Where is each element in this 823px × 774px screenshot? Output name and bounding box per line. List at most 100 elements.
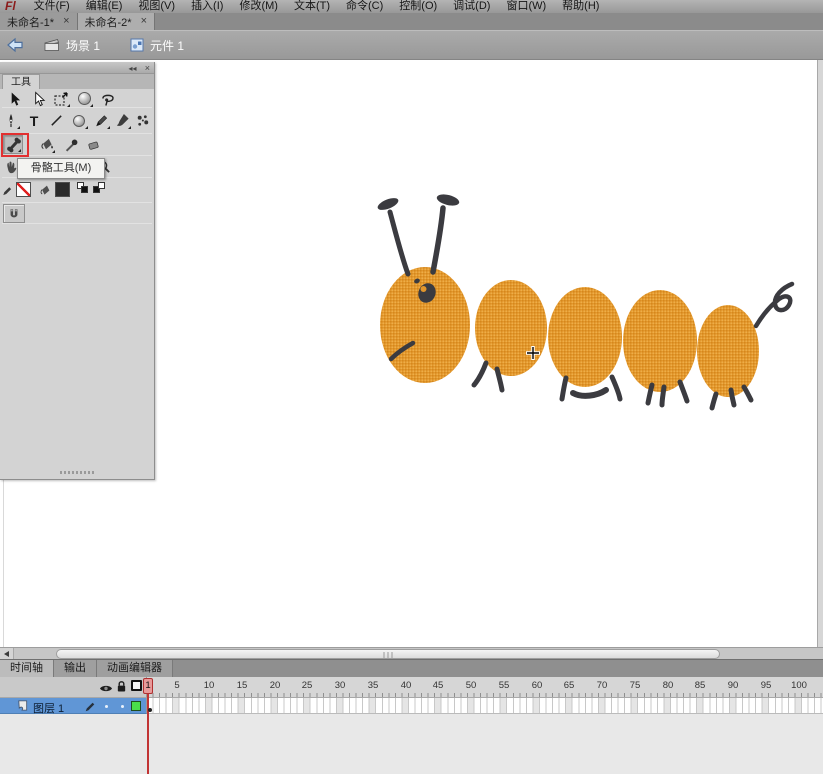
tool-lasso[interactable] xyxy=(98,89,118,108)
stage-left-edge xyxy=(3,480,4,647)
tools-panel: ◂◂ × 工具 T xyxy=(0,62,155,480)
ruler-label: 50 xyxy=(465,680,477,691)
doc-tab-untitled-2[interactable]: 未命名-2* × xyxy=(77,13,155,30)
stroke-color-swatch-none[interactable] xyxy=(16,182,31,197)
doc-tab-label: 未命名-1* xyxy=(7,16,55,29)
3d-rotation-icon xyxy=(77,92,91,105)
ruler-label: 70 xyxy=(596,680,608,691)
bone-tool-tooltip: 骨骼工具(M) xyxy=(17,158,105,179)
swap-colors-button[interactable] xyxy=(93,182,106,194)
caterpillar-antenna-tips xyxy=(377,194,460,210)
tool-eyedropper[interactable] xyxy=(61,135,81,154)
tool-pen[interactable] xyxy=(1,111,21,130)
stroke-color-pencil-icon xyxy=(0,181,14,200)
stage-vertical-scrollbar[interactable] xyxy=(817,60,823,647)
breadcrumb-symbol[interactable]: 元件 1 xyxy=(130,37,184,54)
symbol-label: 元件 1 xyxy=(150,38,185,53)
breadcrumb-scene[interactable]: 场景 1 xyxy=(44,37,100,54)
ruler-label: 100 xyxy=(791,680,807,691)
scene-label: 场景 1 xyxy=(66,38,101,53)
layer-controls-header xyxy=(0,677,147,698)
menu-help[interactable]: 帮助(H) xyxy=(554,0,607,13)
tools-panel-header: ◂◂ × xyxy=(0,62,154,74)
back-button[interactable] xyxy=(6,37,24,53)
tool-selection[interactable] xyxy=(4,89,24,108)
magnet-icon xyxy=(10,208,18,217)
timeline-tab-bar: 时间轴 输出 动画编辑器 xyxy=(0,660,823,677)
ruler-label: 55 xyxy=(498,680,510,691)
tools-tab-row: 工具 xyxy=(0,74,154,89)
oval-tool-icon xyxy=(73,114,85,127)
tool-pencil[interactable] xyxy=(91,111,111,130)
snap-to-objects-button[interactable] xyxy=(3,204,25,223)
tool-paint-bucket[interactable] xyxy=(36,135,56,154)
menu-view[interactable]: 视图(V) xyxy=(130,0,183,13)
menu-insert[interactable]: 插入(I) xyxy=(183,0,231,13)
frames-grid[interactable] xyxy=(147,698,823,714)
fill-color-swatch[interactable] xyxy=(55,182,70,197)
layer-visibility-dot[interactable] xyxy=(105,705,108,708)
scrollbar-grip-icon xyxy=(383,651,393,658)
menu-edit[interactable]: 编辑(E) xyxy=(78,0,131,13)
close-panel-icon[interactable]: × xyxy=(145,63,150,73)
menu-file[interactable]: 文件(F) xyxy=(26,0,78,13)
stage-horizontal-scrollbar[interactable] xyxy=(0,647,823,659)
menu-commands[interactable]: 命令(C) xyxy=(338,0,391,13)
tool-deco[interactable] xyxy=(132,111,152,130)
tool-subselection[interactable] xyxy=(28,89,48,108)
show-hide-all-layers-toggle[interactable] xyxy=(99,681,113,699)
tools-panel-tab[interactable]: 工具 xyxy=(2,74,40,89)
keyframe-dot xyxy=(148,708,152,712)
ruler-label: 40 xyxy=(400,680,412,691)
tool-text[interactable]: T xyxy=(24,111,44,130)
scrollbar-thumb[interactable] xyxy=(56,648,720,659)
caterpillar-body-segments xyxy=(380,267,759,397)
tab-output[interactable]: 输出 xyxy=(54,660,97,677)
deco-spray-icon xyxy=(137,115,148,126)
ruler-label: 30 xyxy=(334,680,346,691)
timeline-panel: 时间轴 输出 动画编辑器 5 10 15 20 25 30 35 40 45 5… xyxy=(0,659,823,774)
layer-outline-color-swatch[interactable] xyxy=(131,701,141,711)
ruler-label: 90 xyxy=(727,680,739,691)
playhead-current-frame[interactable]: 1 xyxy=(143,678,153,694)
tab-motion-editor[interactable]: 动画编辑器 xyxy=(97,660,173,677)
tool-oval[interactable] xyxy=(69,111,89,130)
tool-3d-rotation[interactable] xyxy=(74,89,94,108)
lock-all-layers-toggle[interactable] xyxy=(116,680,127,698)
tool-line[interactable] xyxy=(46,111,66,130)
selection-arrow-icon xyxy=(11,91,20,106)
menu-window[interactable]: 窗口(W) xyxy=(498,0,554,13)
menu-control[interactable]: 控制(O) xyxy=(391,0,445,13)
pen-icon xyxy=(9,113,13,128)
ruler-label: 95 xyxy=(760,680,772,691)
line-icon xyxy=(50,115,62,126)
close-icon[interactable]: × xyxy=(63,16,69,27)
ruler-label: 45 xyxy=(432,680,444,691)
menu-modify[interactable]: 修改(M) xyxy=(231,0,286,13)
menu-debug[interactable]: 调试(D) xyxy=(445,0,498,13)
eyedropper-icon xyxy=(65,139,77,152)
black-white-colors-button[interactable] xyxy=(77,182,89,194)
tab-timeline[interactable]: 时间轴 xyxy=(0,660,54,677)
scene-icon xyxy=(44,39,60,51)
collapse-panel-icon[interactable]: ◂◂ xyxy=(128,64,136,73)
close-icon[interactable]: × xyxy=(141,16,147,27)
scroll-left-button[interactable] xyxy=(0,648,14,659)
symbol-icon xyxy=(130,38,144,52)
tool-free-transform[interactable] xyxy=(51,89,71,108)
layer-row[interactable]: 图层 1 xyxy=(0,698,147,715)
doc-tab-label: 未命名-2* xyxy=(84,16,132,29)
lock-icon xyxy=(117,681,126,692)
caterpillar-tail-curl xyxy=(753,281,795,329)
show-layers-as-outlines-toggle[interactable] xyxy=(131,680,142,691)
panel-resize-handle[interactable] xyxy=(60,471,94,474)
playhead-line[interactable] xyxy=(147,694,149,774)
left-arrow-icon xyxy=(4,650,9,657)
layer-lock-dot[interactable] xyxy=(121,705,124,708)
timeline-ruler[interactable]: 5 10 15 20 25 30 35 40 45 50 55 60 65 70… xyxy=(147,677,823,698)
ruler-label: 75 xyxy=(629,680,641,691)
tool-brush[interactable] xyxy=(112,111,132,130)
tool-eraser[interactable] xyxy=(84,135,104,154)
doc-tab-untitled-1[interactable]: 未命名-1* × xyxy=(0,13,78,30)
menu-text[interactable]: 文本(T) xyxy=(286,0,338,13)
